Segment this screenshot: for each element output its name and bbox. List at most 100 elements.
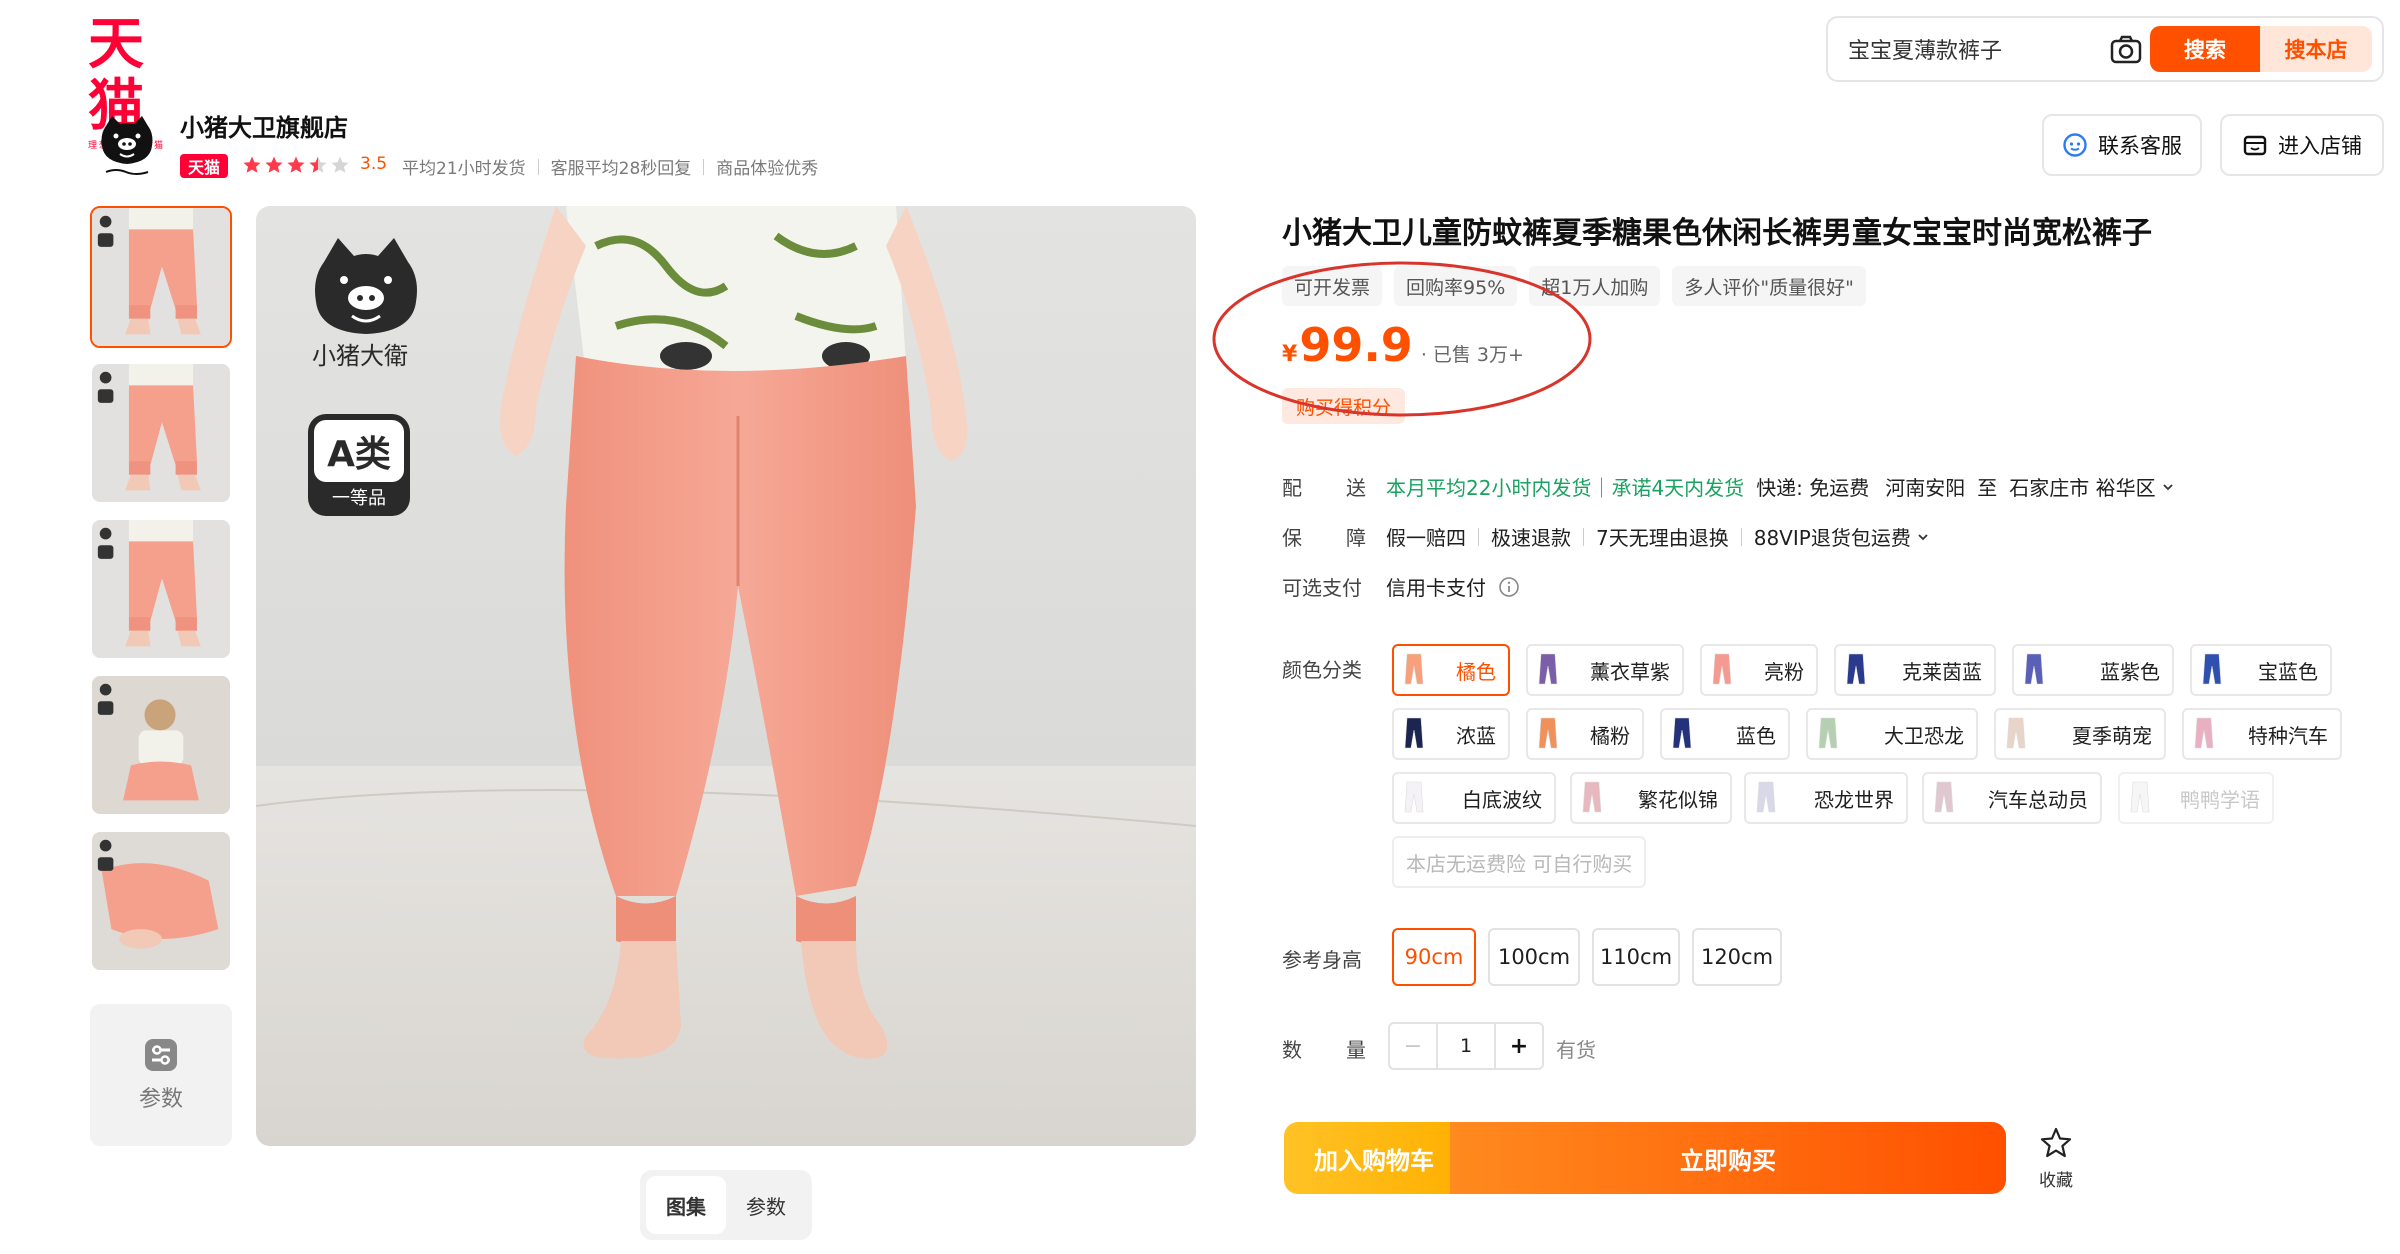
color-option[interactable]: 克莱茵蓝 bbox=[1834, 644, 1996, 696]
color-option-label: 橘粉 bbox=[1590, 723, 1630, 748]
store-stats: 平均21小时发货 客服平均28秒回复 商品体验优秀 bbox=[402, 154, 818, 179]
color-option[interactable]: 大卫恐龙 bbox=[1806, 708, 1978, 760]
thumbnail[interactable] bbox=[90, 362, 232, 504]
thumbnail[interactable] bbox=[90, 830, 232, 972]
rating-star-icon bbox=[331, 156, 349, 173]
color-option[interactable]: 蓝紫色 bbox=[2012, 644, 2174, 696]
color-option[interactable]: 繁花似锦 bbox=[1570, 772, 1732, 824]
color-option[interactable]: 薰衣草紫 bbox=[1526, 644, 1684, 696]
shipping-origin: 河南安阳 bbox=[1885, 476, 1966, 500]
guarantee-label-char: 障 bbox=[1346, 526, 1366, 550]
color-option[interactable]: 特种汽车 bbox=[2182, 708, 2342, 760]
size-option[interactable]: 90cm bbox=[1392, 928, 1476, 986]
main-product-image[interactable]: 小猪大衛 A类 一等品 bbox=[256, 206, 1196, 1146]
enter-store-label: 进入店铺 bbox=[2278, 134, 2362, 158]
shipping-destination[interactable]: 石家庄市 裕华区 bbox=[2009, 472, 2155, 501]
color-option[interactable]: 橘粉 bbox=[1526, 708, 1644, 760]
quantity-input[interactable]: 1 bbox=[1438, 1024, 1494, 1068]
color-option[interactable]: 白底波纹 bbox=[1392, 772, 1556, 824]
chat-icon bbox=[2063, 133, 2087, 157]
chevron-down-icon[interactable] bbox=[1915, 529, 1931, 545]
tmall-logo[interactable]: 天猫 理想生活上天猫 bbox=[88, 14, 198, 152]
shipping-label: 配 送 bbox=[1282, 472, 1366, 501]
rating-stars bbox=[242, 151, 350, 179]
payment-label: 可选支付 bbox=[1282, 576, 1362, 600]
color-option: 鸭鸭学语 bbox=[2118, 772, 2274, 824]
params-thumbnail[interactable]: 参数 bbox=[90, 1004, 232, 1146]
color-option[interactable]: 恐龙世界 bbox=[1744, 772, 1908, 824]
color-swatch bbox=[2024, 653, 2044, 685]
color-swatch bbox=[1538, 717, 1558, 749]
shipping-label-char: 送 bbox=[1346, 476, 1366, 500]
buy-now-button[interactable]: 立即购买 bbox=[1450, 1122, 2006, 1194]
search-input[interactable] bbox=[1848, 32, 2088, 66]
tag-added-to-cart: 超1万人加购 bbox=[1529, 266, 1661, 306]
guarantee-item[interactable]: 88VIP退货包运费 bbox=[1754, 522, 1911, 551]
guarantee-item: 极速退款 bbox=[1491, 526, 1571, 550]
store-search-button[interactable]: 搜本店 bbox=[2260, 26, 2372, 72]
shipping-promise: 本月平均22小时内发货｜承诺4天内发货 bbox=[1386, 476, 1745, 500]
quantity-label: 数 量 bbox=[1282, 1034, 1366, 1063]
add-to-cart-button[interactable]: 加入购物车 bbox=[1284, 1122, 1464, 1194]
size-option[interactable]: 100cm bbox=[1488, 928, 1580, 986]
color-option-label: 特种汽车 bbox=[2248, 723, 2328, 748]
quantity-stepper: − 1 + bbox=[1388, 1022, 1544, 1070]
color-option-label: 大卫恐龙 bbox=[1884, 723, 1964, 748]
stat-divider bbox=[703, 158, 705, 175]
color-option-label: 宝蓝色 bbox=[2258, 659, 2318, 684]
color-option[interactable]: 蓝色 bbox=[1660, 708, 1790, 760]
guarantee-divider bbox=[1478, 527, 1479, 546]
stat-experience: 商品体验优秀 bbox=[716, 159, 819, 179]
tab-gallery[interactable]: 图集 bbox=[646, 1176, 726, 1234]
color-option-label: 夏季萌宠 bbox=[2072, 723, 2152, 748]
tag-repurchase: 回购率95% bbox=[1394, 266, 1518, 306]
color-option[interactable]: 浓蓝 bbox=[1392, 708, 1510, 760]
color-option-label: 白底波纹 bbox=[1462, 787, 1542, 812]
quantity-decrease-button[interactable]: − bbox=[1390, 1024, 1438, 1068]
gallery-tabs: 图集 参数 bbox=[640, 1170, 812, 1240]
color-option[interactable]: 宝蓝色 bbox=[2190, 644, 2332, 696]
search-button[interactable]: 搜索 bbox=[2150, 26, 2260, 72]
grade-label: A类 bbox=[327, 434, 391, 475]
guarantee-info: 假一赔四 极速退款 7天无理由退换 88VIP退货包运费 bbox=[1386, 522, 1931, 551]
rating-star-icon bbox=[309, 156, 327, 173]
thumbnail[interactable] bbox=[90, 674, 232, 816]
favorite-button[interactable]: 收藏 bbox=[2026, 1126, 2086, 1196]
thumbnail[interactable] bbox=[90, 206, 232, 348]
color-option-label: 浓蓝 bbox=[1456, 723, 1496, 748]
store-name[interactable]: 小猪大卫旗舰店 bbox=[180, 108, 348, 143]
color-option[interactable]: 夏季萌宠 bbox=[1994, 708, 2166, 760]
tab-params[interactable]: 参数 bbox=[726, 1176, 806, 1234]
rating-star-icon bbox=[243, 156, 261, 173]
color-option-label: 克莱茵蓝 bbox=[1902, 659, 1982, 684]
contact-service-button[interactable]: 联系客服 bbox=[2042, 114, 2202, 176]
shop-icon bbox=[2243, 135, 2267, 156]
payment-value: 信用卡支付 bbox=[1386, 576, 1486, 600]
camera-icon[interactable] bbox=[2108, 32, 2144, 68]
guarantee-divider bbox=[1740, 527, 1742, 546]
info-icon[interactable] bbox=[1498, 576, 1520, 598]
color-swatch bbox=[1404, 653, 1424, 685]
color-swatch bbox=[1756, 781, 1776, 813]
enter-store-button[interactable]: 进入店铺 bbox=[2220, 114, 2384, 176]
sold-count: · 已售 3万+ bbox=[1420, 344, 1524, 366]
color-swatch bbox=[1582, 781, 1602, 813]
guarantee-item: 7天无理由退换 bbox=[1596, 526, 1729, 550]
shipping-to: 至 bbox=[1977, 476, 1998, 500]
shipping-express: 快递: 免运费 bbox=[1756, 476, 1870, 500]
product-tags: 可开发票 回购率95% 超1万人加购 多人评价"质量很好" bbox=[1282, 266, 1866, 306]
store-logo[interactable] bbox=[96, 112, 158, 178]
size-option[interactable]: 120cm bbox=[1692, 928, 1782, 986]
chevron-down-icon[interactable] bbox=[2160, 479, 2176, 495]
quantity-increase-button[interactable]: + bbox=[1494, 1024, 1542, 1068]
tag-reviews: 多人评价"质量很好" bbox=[1672, 266, 1866, 306]
color-option[interactable]: 橘色 bbox=[1392, 644, 1510, 696]
color-option[interactable]: 亮粉 bbox=[1700, 644, 1818, 696]
sliders-icon bbox=[145, 1039, 177, 1071]
thumbnail[interactable] bbox=[90, 518, 232, 660]
size-option[interactable]: 110cm bbox=[1592, 928, 1680, 986]
color-swatch bbox=[1404, 781, 1424, 813]
color-swatch bbox=[1712, 653, 1732, 685]
color-option[interactable]: 汽车总动员 bbox=[1922, 772, 2102, 824]
stat-shipping: 平均21小时发货 bbox=[402, 159, 526, 179]
